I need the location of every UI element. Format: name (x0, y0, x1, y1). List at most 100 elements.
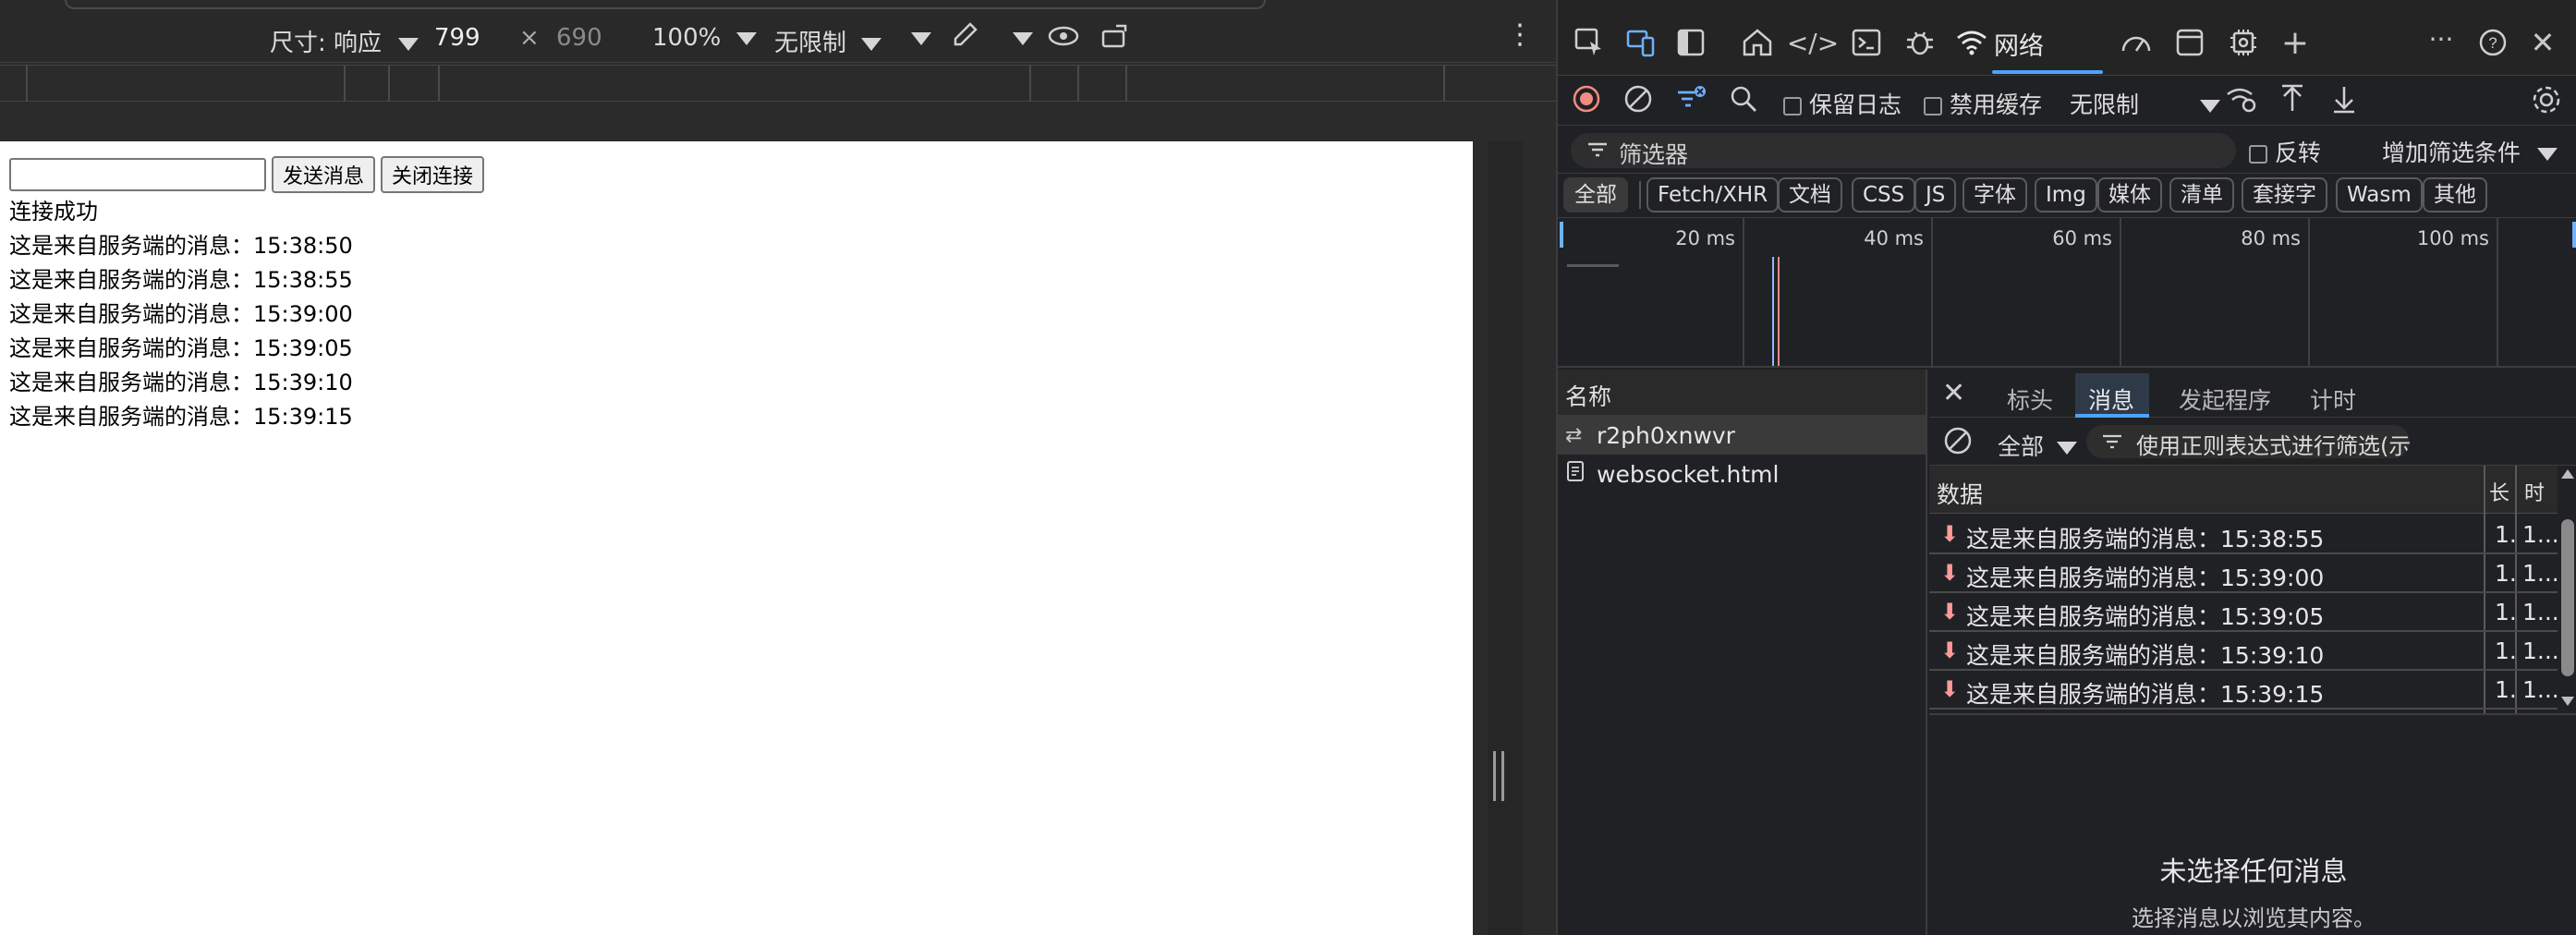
disable-cache-checkbox[interactable]: 禁用缓存 (1924, 87, 2042, 120)
throttle-dropdown[interactable]: 无限制 (774, 24, 882, 58)
length-column-header[interactable]: 长 (2489, 477, 2513, 506)
chevron-down-icon (398, 37, 419, 51)
tab-initiator[interactable]: 发起程序 (2179, 382, 2271, 416)
network-timeline[interactable]: 20 ms 40 ms 60 ms 80 ms 100 ms (1558, 218, 2576, 368)
filter-toggle-icon[interactable] (1674, 83, 1707, 120)
zoom-dropdown[interactable]: 100% (652, 24, 757, 52)
message-length: 1. (2495, 599, 2517, 625)
close-connection-button[interactable]: 关闭连接 (381, 156, 485, 193)
clear-icon[interactable] (1622, 83, 1654, 120)
timeline-range-handle[interactable] (1560, 222, 1563, 248)
record-icon[interactable] (1571, 83, 1602, 120)
save-data-dropdown[interactable] (911, 24, 931, 52)
type-chip-css[interactable]: CSS (1852, 177, 1916, 212)
vision-icon[interactable] (1048, 22, 1079, 56)
ruler-segment[interactable] (1029, 66, 1031, 101)
tab-headers[interactable]: 标头 (2007, 382, 2053, 416)
ruler-segment[interactable] (344, 66, 346, 101)
tab-network[interactable]: 网络 (1994, 26, 2044, 62)
scroll-down-icon[interactable] (2561, 697, 2574, 706)
messages-scrollbar[interactable] (2558, 466, 2576, 713)
type-chip-manifest[interactable]: 清单 (2169, 177, 2234, 212)
network-conditions-icon[interactable] (2225, 83, 2258, 120)
timeline-range-handle[interactable] (2572, 222, 2576, 248)
close-detail-icon[interactable]: ✕ (1942, 377, 1965, 409)
help-icon[interactable]: ? (2474, 24, 2511, 61)
request-name: websocket.html (1597, 460, 1780, 488)
inspect-icon[interactable] (1571, 24, 1608, 61)
type-chip-socket[interactable]: 套接字 (2242, 177, 2327, 212)
type-chip-fetch[interactable]: Fetch/XHR (1646, 177, 1780, 212)
import-har-icon[interactable] (2278, 83, 2306, 120)
memory-icon[interactable] (2225, 24, 2262, 61)
search-icon[interactable] (1728, 83, 1759, 120)
data-column-header[interactable]: 数据 (1937, 477, 1983, 510)
regex-filter-input[interactable]: 使用正则表达式进行筛选(示 (2086, 425, 2410, 458)
message-input[interactable] (9, 158, 266, 191)
close-icon[interactable]: ✕ (2524, 24, 2561, 61)
rotate-icon[interactable] (1100, 22, 1131, 56)
ruler-segment[interactable] (26, 66, 28, 101)
type-chip-all[interactable]: 全部 (1563, 177, 1628, 212)
request-row[interactable]: websocket.html (1558, 455, 1926, 493)
name-column-header[interactable]: 名称 (1558, 370, 1926, 416)
message-row[interactable]: ⬇ 这是来自服务端的消息：15:39:00 1. 1... (1929, 554, 2559, 593)
filter-input[interactable]: 筛选器 (1571, 133, 2236, 168)
filter-icon (1586, 138, 1610, 165)
height-input[interactable]: 690 (556, 24, 602, 52)
more-filters-dropdown[interactable]: 增加筛选条件 (2382, 135, 2558, 168)
export-har-icon[interactable] (2330, 83, 2358, 120)
zoom-value: 100% (652, 24, 722, 52)
sensors-dropdown[interactable] (1013, 24, 1033, 52)
scrollbar-thumb[interactable] (2561, 519, 2574, 676)
resize-handle[interactable] (1488, 141, 1523, 935)
preserve-log-checkbox[interactable]: 保留日志 (1783, 87, 1902, 120)
ruler-segment[interactable] (1077, 66, 1079, 101)
type-chip-doc[interactable]: 文档 (1778, 177, 1842, 212)
ruler-segment[interactable] (1443, 66, 1445, 101)
tab-timing[interactable]: 计时 (2310, 382, 2356, 416)
regex-filter-placeholder: 使用正则表达式进行筛选(示 (2136, 433, 2410, 458)
elements-icon[interactable]: </> (1787, 24, 1839, 61)
scroll-up-icon[interactable] (2561, 469, 2574, 479)
tab-messages[interactable]: 消息 (2088, 382, 2134, 416)
message-row[interactable]: ⬇ 这是来自服务端的消息：15:39:05 1. 1... (1929, 593, 2559, 632)
device-toggle-icon[interactable] (1622, 24, 1659, 61)
type-chip-wasm[interactable]: Wasm (2336, 177, 2423, 212)
log-line: 这是来自服务端的消息：15:39:15 (9, 404, 353, 430)
ruler-segment[interactable] (388, 66, 390, 101)
add-tool-icon[interactable]: + (2277, 24, 2314, 62)
clear-messages-icon[interactable] (1942, 425, 1974, 460)
ruler-segment[interactable] (1125, 66, 1127, 101)
message-row[interactable]: ⬇ 这是来自服务端的消息：15:39:10 1. 1... (1929, 632, 2559, 671)
application-icon[interactable] (2171, 24, 2208, 61)
console-icon[interactable] (1848, 24, 1885, 61)
network-settings-icon[interactable] (2530, 83, 2563, 122)
message-row[interactable]: ⬇ 这是来自服务端的消息：15:39:15 1. 1... (1929, 671, 2559, 710)
message-scope-dropdown[interactable]: 全部 (1998, 429, 2077, 462)
type-chip-img[interactable]: Img (2035, 177, 2097, 212)
home-icon[interactable] (1739, 24, 1776, 61)
more-options-icon[interactable]: ⋮ (1506, 18, 1534, 51)
wifi-icon[interactable] (1953, 24, 1990, 61)
more-icon[interactable]: ··· (2423, 20, 2460, 57)
grip-icon[interactable] (1493, 751, 1504, 801)
type-chip-js[interactable]: JS (1914, 177, 1957, 212)
send-button[interactable]: 发送消息 (272, 156, 376, 193)
invert-checkbox[interactable]: 反转 (2249, 135, 2321, 168)
type-chip-media[interactable]: 媒体 (2097, 177, 2162, 212)
message-data: 这是来自服务端的消息：15:39:10 (1966, 642, 2325, 669)
width-input[interactable]: 799 (434, 24, 480, 52)
type-chip-other[interactable]: 其他 (2423, 177, 2487, 212)
dock-icon[interactable] (1672, 24, 1709, 61)
ruler-segment[interactable] (438, 66, 440, 101)
performance-icon[interactable] (2118, 24, 2155, 61)
eyedropper-icon[interactable] (950, 20, 979, 56)
request-row[interactable]: ⇄ r2ph0xnwvr (1558, 416, 1926, 455)
type-chip-font[interactable]: 字体 (1962, 177, 2027, 212)
dimensions-dropdown[interactable]: 尺寸: 响应 (270, 24, 419, 58)
message-row[interactable]: ⬇ 这是来自服务端的消息：15:38:55 1. 1... (1929, 516, 2559, 554)
network-throttle-dropdown[interactable]: 无限制 (2070, 87, 2220, 120)
bug-icon[interactable] (1902, 24, 1938, 61)
time-column-header[interactable]: 时 (2524, 477, 2552, 506)
